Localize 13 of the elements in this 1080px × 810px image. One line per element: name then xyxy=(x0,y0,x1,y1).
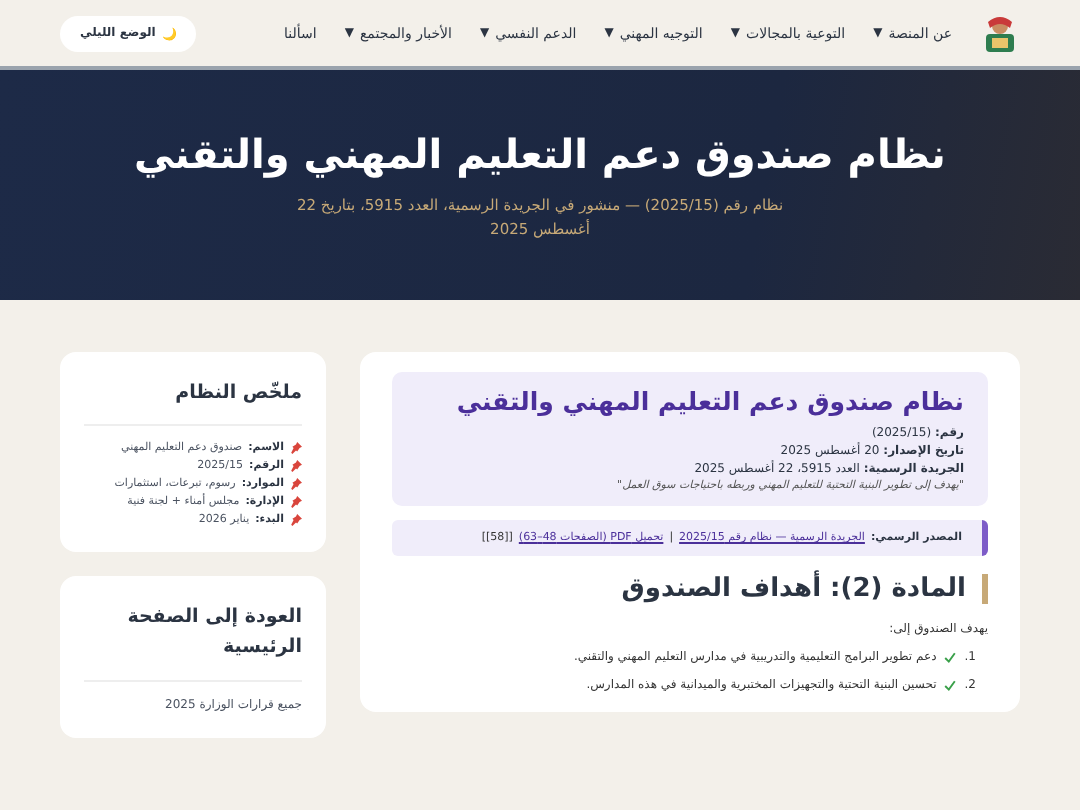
card-title: ملخّص النظام xyxy=(84,378,302,427)
article-heading: المادة (2): أهداف الصندوق xyxy=(392,574,988,604)
check-icon xyxy=(944,679,957,691)
check-icon xyxy=(944,651,957,663)
document-title: نظام صندوق دعم التعليم المهني والتقني xyxy=(454,386,964,416)
pin-icon xyxy=(290,460,302,473)
page-title: نظام صندوق دعم التعليم المهني والتقني xyxy=(134,130,946,179)
pin-icon xyxy=(290,496,302,509)
logo-icon[interactable] xyxy=(980,13,1020,53)
card-title: العودة إلى الصفحة الرئيسية xyxy=(84,602,302,682)
pin-icon xyxy=(290,514,302,527)
pin-icon xyxy=(290,442,302,455)
pin-icon xyxy=(290,478,302,491)
